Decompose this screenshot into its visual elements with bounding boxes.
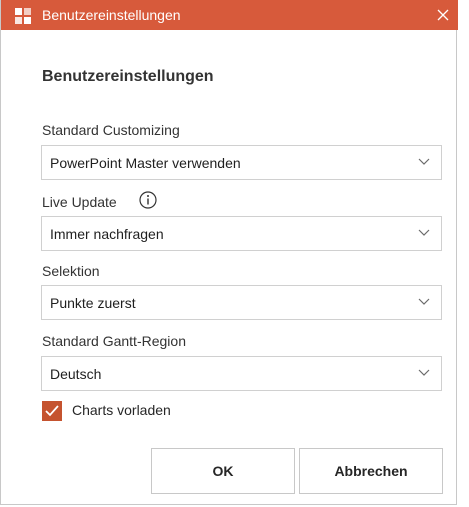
dialog-heading: Benutzereinstellungen bbox=[42, 68, 214, 85]
chevron-down-icon bbox=[418, 229, 430, 236]
selektion-label: Selektion bbox=[42, 263, 100, 279]
close-icon bbox=[437, 9, 449, 21]
chevron-down-icon bbox=[418, 369, 430, 376]
standard-customizing-value: PowerPoint Master verwenden bbox=[50, 155, 241, 171]
selektion-select[interactable]: Punkte zuerst bbox=[41, 285, 442, 320]
gantt-region-label: Standard Gantt-Region bbox=[42, 333, 186, 349]
settings-dialog: Benutzereinstellungen Benutzereinstellun… bbox=[0, 0, 458, 505]
standard-customizing-select[interactable]: PowerPoint Master verwenden bbox=[41, 145, 442, 180]
checkmark-icon bbox=[45, 405, 59, 417]
chevron-down-icon bbox=[418, 158, 430, 165]
info-icon[interactable] bbox=[139, 191, 157, 209]
cancel-button[interactable]: Abbrechen bbox=[299, 448, 443, 494]
live-update-label: Live Update bbox=[42, 194, 117, 210]
gantt-region-select[interactable]: Deutsch bbox=[41, 356, 442, 391]
standard-customizing-label: Standard Customizing bbox=[42, 122, 180, 138]
app-logo-icon bbox=[15, 8, 31, 24]
chevron-down-icon bbox=[418, 298, 430, 305]
title-bar: Benutzereinstellungen bbox=[1, 0, 458, 30]
ok-button[interactable]: OK bbox=[151, 448, 295, 494]
charts-preload-label[interactable]: Charts vorladen bbox=[72, 402, 171, 418]
live-update-select[interactable]: Immer nachfragen bbox=[41, 216, 442, 251]
charts-preload-checkbox[interactable] bbox=[42, 401, 62, 421]
window-title: Benutzereinstellungen bbox=[42, 7, 181, 23]
gantt-region-value: Deutsch bbox=[50, 366, 102, 382]
close-button[interactable] bbox=[431, 3, 455, 27]
live-update-value: Immer nachfragen bbox=[50, 226, 164, 242]
selektion-value: Punkte zuerst bbox=[50, 295, 136, 311]
